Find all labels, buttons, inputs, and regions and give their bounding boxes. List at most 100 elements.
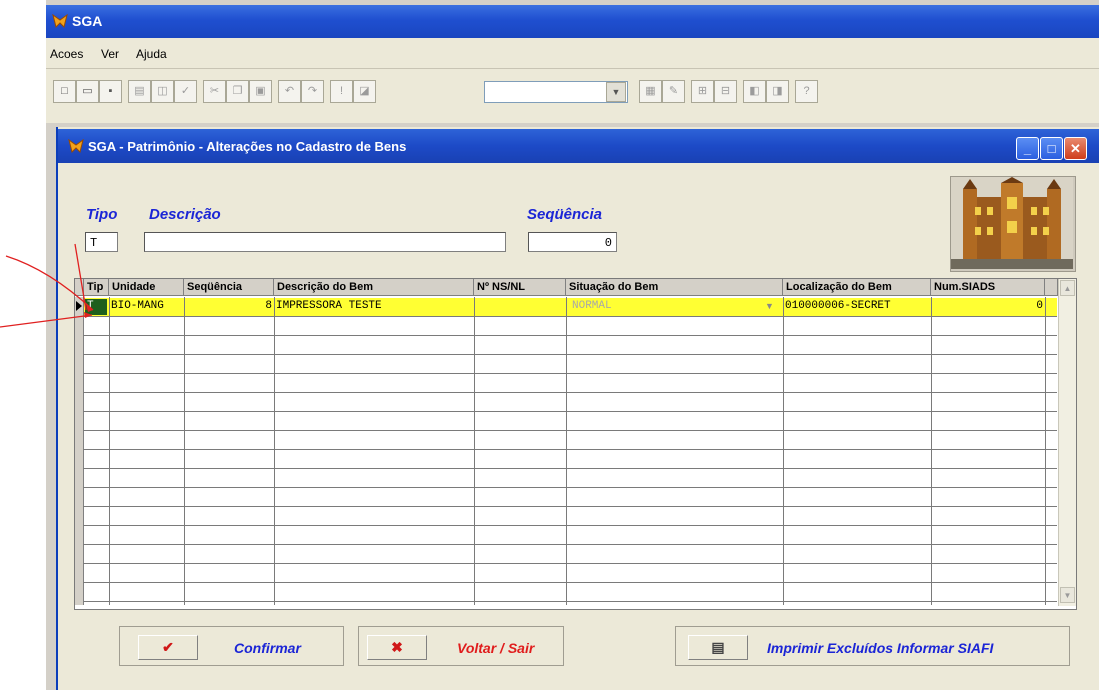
grid-row-line xyxy=(83,335,1057,336)
exclamation-icon[interactable]: ! xyxy=(330,80,353,103)
help-icon[interactable]: ? xyxy=(795,80,818,103)
menu-acoes[interactable]: Acoes xyxy=(50,47,83,61)
grid-divider xyxy=(931,297,932,605)
grid-divider xyxy=(474,297,475,605)
app-logo-icon xyxy=(68,138,84,156)
vertical-scrollbar[interactable]: ▲ ▼ xyxy=(1058,279,1076,606)
copy-icon[interactable]: ❐ xyxy=(226,80,249,103)
imprimir-button[interactable]: ▤ Imprimir Excluídos Informar SIAFI xyxy=(675,626,1070,666)
maximize-button[interactable]: □ xyxy=(1040,137,1063,160)
edit-icon[interactable]: ✎ xyxy=(662,80,685,103)
grid-row-line xyxy=(83,601,1057,602)
grid-header-indicator xyxy=(75,279,84,296)
scroll-up-icon[interactable]: ▲ xyxy=(1060,280,1075,296)
grid-row-line xyxy=(83,373,1057,374)
cut-icon[interactable]: ✂ xyxy=(203,80,226,103)
scroll-down-icon[interactable]: ▼ xyxy=(1060,587,1075,603)
open-folder-icon[interactable]: ▭ xyxy=(76,80,99,103)
grid-row-line xyxy=(83,525,1057,526)
cell-localizacao[interactable]: 010000006-SECRET xyxy=(785,299,891,314)
save-icon[interactable]: ▪ xyxy=(99,80,122,103)
grid-header-situacao[interactable]: Situação do Bem xyxy=(566,279,783,296)
cell-tip[interactable]: T xyxy=(87,299,94,314)
redo-icon[interactable]: ↷ xyxy=(301,80,324,103)
spellcheck-icon[interactable]: ✓ xyxy=(174,80,197,103)
imprimir-label: Imprimir Excluídos Informar SIAFI xyxy=(767,640,994,656)
cell-num-siads[interactable]: 0 xyxy=(933,299,1043,314)
descricao-label: Descrição xyxy=(149,206,221,223)
grid-row-line xyxy=(83,487,1057,488)
grid-header-unidade[interactable]: Unidade xyxy=(109,279,184,296)
sequencia-field[interactable]: 0 xyxy=(528,232,617,252)
grid-header-num-siads[interactable]: Num.SIADS xyxy=(931,279,1045,296)
window-title: SGA - Patrimônio - Alterações no Cadastr… xyxy=(88,139,407,154)
close-x-icon: ✖ xyxy=(367,635,427,660)
grid-icon[interactable]: ▦ xyxy=(639,80,662,103)
close-button[interactable]: ✕ xyxy=(1064,137,1087,160)
grid-divider xyxy=(783,297,784,605)
grid-divider xyxy=(109,297,110,605)
print-preview-icon[interactable]: ◫ xyxy=(151,80,174,103)
grid-row-line xyxy=(83,392,1057,393)
delete-record-icon[interactable]: ⊟ xyxy=(714,80,737,103)
new-file-icon[interactable]: □ xyxy=(53,80,76,103)
situacao-dropdown-chevron-down-icon[interactable]: ▼ xyxy=(765,301,774,311)
bens-grid[interactable]: Tip Unidade Seqüência Descrição do Bem N… xyxy=(74,278,1077,610)
grid-row-line xyxy=(83,411,1057,412)
grid-header-descricao[interactable]: Descrição do Bem xyxy=(274,279,474,296)
cell-unidade[interactable]: BIO-MANG xyxy=(111,299,164,314)
grid-divider xyxy=(1045,297,1046,605)
menu-ver[interactable]: Ver xyxy=(101,47,119,61)
grid-row-line xyxy=(83,430,1057,431)
confirmar-label: Confirmar xyxy=(234,640,301,656)
chart-icon[interactable]: ◪ xyxy=(353,80,376,103)
form-icon[interactable]: ◨ xyxy=(766,80,789,103)
cell-descricao[interactable]: IMPRESSORA TESTE xyxy=(276,299,382,314)
row-indicator-column xyxy=(75,297,84,605)
bookmark-icon[interactable]: ◧ xyxy=(743,80,766,103)
sequencia-label: Seqüência xyxy=(527,206,603,223)
cell-situacao[interactable]: NORMAL xyxy=(572,299,612,314)
toolbar: □ ▭ ▪ ▤ ◫ ✓ ✂ ❐ ▣ ↶ ↷ ! ◪ ▼ ▦ ✎ ⊞ ⊟ ◧ ◨ … xyxy=(46,69,1099,123)
printer-icon: ▤ xyxy=(688,635,748,660)
app-logo-icon xyxy=(52,13,68,31)
app-titlebar[interactable]: SGA xyxy=(46,5,1099,38)
grid-divider xyxy=(566,297,567,605)
grid-header-ns-nl[interactable]: Nº NS/NL xyxy=(474,279,566,296)
voltar-sair-button[interactable]: ✖ Voltar / Sair xyxy=(358,626,564,666)
menu-bar: Acoes Ver Ajuda xyxy=(46,38,1099,69)
grid-row-line xyxy=(83,506,1057,507)
app-title: SGA xyxy=(72,13,103,29)
grid-divider xyxy=(274,297,275,605)
paste-icon[interactable]: ▣ xyxy=(249,80,272,103)
grid-header-tip[interactable]: Tip xyxy=(84,279,109,296)
cell-sequencia[interactable]: 8 xyxy=(186,299,272,314)
grid-row-line xyxy=(83,544,1057,545)
undo-icon[interactable]: ↶ xyxy=(278,80,301,103)
tipo-label: Tipo xyxy=(86,206,118,223)
tipo-field[interactable]: T xyxy=(85,232,118,252)
grid-row-line xyxy=(83,468,1057,469)
grid-row-line xyxy=(83,563,1057,564)
grid-row-line xyxy=(83,449,1057,450)
minimize-button[interactable]: _ xyxy=(1016,137,1039,160)
grid-row-line xyxy=(83,582,1057,583)
menu-ajuda[interactable]: Ajuda xyxy=(136,47,167,61)
chevron-down-icon[interactable]: ▼ xyxy=(606,82,626,102)
grid-header-filler xyxy=(1045,279,1058,296)
insert-record-icon[interactable]: ⊞ xyxy=(691,80,714,103)
voltar-sair-label: Voltar / Sair xyxy=(457,640,535,656)
checkmark-icon: ✔ xyxy=(138,635,198,660)
child-window: SGA - Patrimônio - Alterações no Cadastr… xyxy=(56,127,1099,690)
grid-header-localizacao[interactable]: Localização do Bem xyxy=(783,279,931,296)
child-titlebar[interactable]: SGA - Patrimônio - Alterações no Cadastr… xyxy=(58,129,1099,163)
confirmar-button[interactable]: ✔ Confirmar xyxy=(119,626,344,666)
building-photo xyxy=(950,176,1076,272)
print-icon[interactable]: ▤ xyxy=(128,80,151,103)
grid-row-line xyxy=(83,354,1057,355)
grid-header-sequencia[interactable]: Seqüência xyxy=(184,279,274,296)
grid-row-line xyxy=(83,316,1057,317)
descricao-field[interactable] xyxy=(144,232,506,252)
grid-divider xyxy=(184,297,185,605)
current-row-indicator-icon xyxy=(76,301,82,311)
